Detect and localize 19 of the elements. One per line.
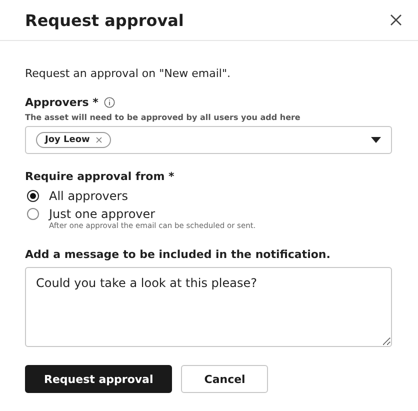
radio-button[interactable] — [27, 208, 39, 220]
radio-label: All approvers — [49, 189, 128, 203]
approvers-select[interactable]: Joy Leow — [25, 126, 392, 154]
field-hint: The asset will need to be approved by all users you add here — [25, 113, 302, 122]
close-icon[interactable] — [390, 14, 402, 26]
radio-label: Just one approver — [49, 207, 156, 221]
caret-icon — [371, 137, 381, 143]
cancel-button[interactable]: Cancel — [181, 365, 268, 393]
remove-icon[interactable] — [96, 137, 102, 143]
field-label: Add a message to be included in the notification. — [25, 248, 330, 261]
intro-text: Request an approval on "New email". — [25, 67, 232, 80]
approver-chip[interactable]: Joy Leow — [36, 132, 111, 148]
field-label: Approvers * — [25, 96, 98, 109]
info-icon[interactable] — [104, 97, 116, 108]
radio-button[interactable] — [27, 190, 39, 202]
dialog-title: Request approval — [25, 10, 184, 30]
field-label: Require approval from * — [25, 170, 174, 183]
request-approval-button[interactable]: Request approval — [25, 365, 172, 393]
message-field[interactable]: Could you take a look at this please? — [25, 267, 392, 347]
